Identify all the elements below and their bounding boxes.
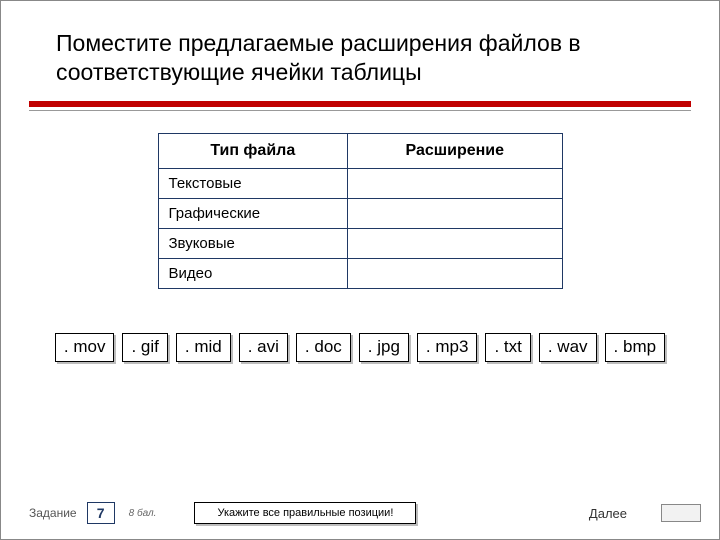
next-button[interactable]: Далее xyxy=(567,503,649,524)
cell-type: Графические xyxy=(158,198,348,228)
table-row: Текстовые xyxy=(158,168,562,198)
chip-jpg[interactable]: . jpg xyxy=(359,333,409,362)
cell-ext-drop[interactable] xyxy=(348,258,562,288)
col-header-type: Тип файла xyxy=(158,133,348,168)
table-container: Тип файла Расширение Текстовые Графическ… xyxy=(1,133,719,289)
slide-title: Поместите предлагаемые расширения файлов… xyxy=(1,1,719,101)
cell-type: Звуковые xyxy=(158,228,348,258)
slide: Поместите предлагаемые расширения файлов… xyxy=(0,0,720,540)
chip-mov[interactable]: . mov xyxy=(55,333,115,362)
chip-doc[interactable]: . doc xyxy=(296,333,351,362)
task-number-box: 7 xyxy=(87,502,115,524)
cell-type: Видео xyxy=(158,258,348,288)
chip-mp3[interactable]: . mp3 xyxy=(417,333,478,362)
chip-bmp[interactable]: . bmp xyxy=(605,333,666,362)
chip-txt[interactable]: . txt xyxy=(485,333,530,362)
task-score: 8 бал. xyxy=(129,508,157,519)
footer-bar: Задание 7 8 бал. Укажите все правильные … xyxy=(1,487,719,539)
chip-gif[interactable]: . gif xyxy=(122,333,167,362)
table-row: Звуковые xyxy=(158,228,562,258)
next-indicator xyxy=(661,504,701,522)
divider xyxy=(29,101,691,111)
cell-type: Текстовые xyxy=(158,168,348,198)
extension-chips: . mov . gif . mid . avi . doc . jpg . mp… xyxy=(1,333,719,362)
table-row: Графические xyxy=(158,198,562,228)
chip-mid[interactable]: . mid xyxy=(176,333,231,362)
hint-box: Укажите все правильные позиции! xyxy=(194,502,416,524)
file-types-table: Тип файла Расширение Текстовые Графическ… xyxy=(158,133,563,289)
cell-ext-drop[interactable] xyxy=(348,168,562,198)
col-header-ext: Расширение xyxy=(348,133,562,168)
chip-wav[interactable]: . wav xyxy=(539,333,597,362)
task-label: Задание xyxy=(29,506,77,520)
table-row: Видео xyxy=(158,258,562,288)
cell-ext-drop[interactable] xyxy=(348,228,562,258)
chip-avi[interactable]: . avi xyxy=(239,333,288,362)
cell-ext-drop[interactable] xyxy=(348,198,562,228)
